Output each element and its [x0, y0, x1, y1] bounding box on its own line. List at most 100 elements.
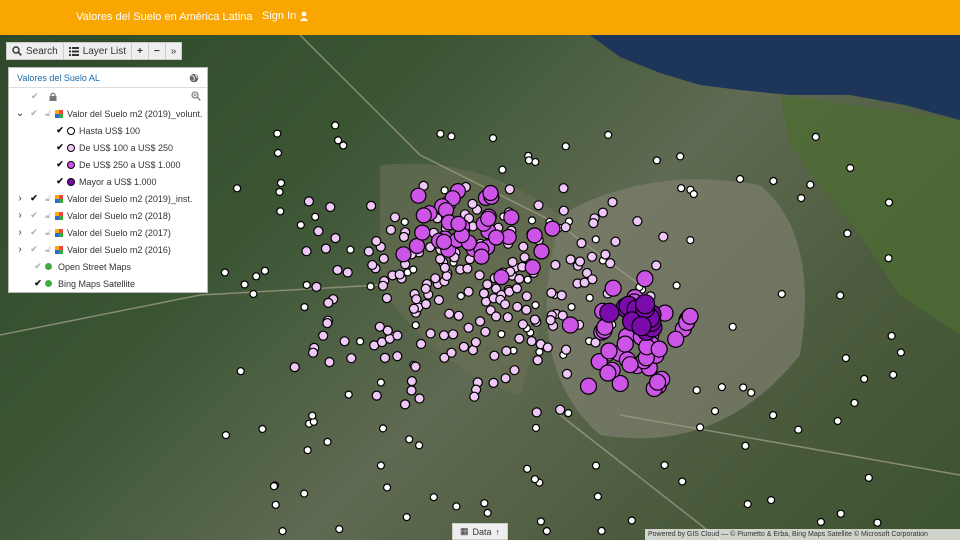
point-100-250[interactable]: [607, 197, 618, 208]
point-hasta-100[interactable]: [816, 517, 826, 527]
point-100-250[interactable]: [512, 301, 523, 312]
point-hasta-100[interactable]: [591, 235, 600, 244]
point-hasta-100[interactable]: [864, 473, 873, 482]
point-hasta-100[interactable]: [585, 293, 594, 302]
point-hasta-100[interactable]: [335, 525, 344, 534]
point-hasta-100[interactable]: [221, 431, 230, 440]
point-100-250[interactable]: [507, 256, 518, 268]
point-100-250[interactable]: [474, 270, 485, 281]
point-100-250[interactable]: [301, 246, 312, 257]
point-100-250[interactable]: [411, 294, 422, 305]
point-hasta-100[interactable]: [652, 156, 661, 165]
point-hasta-100[interactable]: [678, 477, 687, 486]
point-100-250[interactable]: [478, 288, 490, 299]
chevron-right-icon[interactable]: ›: [13, 227, 27, 238]
point-100-250[interactable]: [576, 238, 587, 249]
point-100-250[interactable]: [371, 390, 382, 401]
point-100-250[interactable]: [651, 260, 662, 271]
point-100-250[interactable]: [311, 281, 322, 292]
point-100-250[interactable]: [420, 283, 431, 294]
data-tab[interactable]: ▦ Data ↑: [452, 523, 508, 540]
point-100-250[interactable]: [308, 347, 319, 358]
point-250-1000[interactable]: [533, 243, 550, 260]
point-250-1000[interactable]: [616, 335, 634, 353]
point-100-250[interactable]: [414, 393, 425, 404]
point-hasta-100[interactable]: [692, 386, 701, 395]
point-hasta-100[interactable]: [695, 423, 705, 432]
layer-row-2016[interactable]: › ✔ 🔓︎ Valor del Suelo m2 (2016): [9, 241, 207, 258]
point-100-250[interactable]: [342, 267, 353, 278]
point-hasta-100[interactable]: [797, 194, 806, 203]
point-mayor-1000[interactable]: [631, 316, 652, 337]
point-hasta-100[interactable]: [564, 409, 573, 418]
point-100-250[interactable]: [504, 184, 515, 195]
point-hasta-100[interactable]: [672, 281, 681, 290]
point-100-250[interactable]: [560, 222, 571, 233]
legend-row[interactable]: ✔ De US$ 100 a US$ 250: [9, 139, 207, 156]
collapse-toolbar-button[interactable]: »: [166, 43, 182, 59]
point-hasta-100[interactable]: [889, 370, 898, 379]
layer-row-2018[interactable]: › ✔ 🔓︎ Valor del Suelo m2 (2018): [9, 207, 207, 224]
point-100-250[interactable]: [597, 207, 609, 218]
point-hasta-100[interactable]: [777, 289, 786, 299]
point-250-1000[interactable]: [480, 210, 497, 227]
point-hasta-100[interactable]: [276, 178, 286, 188]
point-hasta-100[interactable]: [411, 321, 420, 330]
point-100-250[interactable]: [514, 273, 525, 284]
point-hasta-100[interactable]: [331, 121, 340, 130]
point-250-1000[interactable]: [435, 233, 453, 250]
zoom-in-button[interactable]: +: [132, 43, 149, 59]
point-100-250[interactable]: [325, 201, 336, 213]
point-100-250[interactable]: [509, 365, 520, 376]
check-all-icon[interactable]: ✔: [31, 91, 39, 102]
point-100-250[interactable]: [542, 342, 553, 353]
point-hasta-100[interactable]: [530, 475, 540, 484]
point-100-250[interactable]: [439, 262, 450, 273]
point-hasta-100[interactable]: [843, 229, 852, 238]
point-hasta-100[interactable]: [273, 148, 283, 158]
point-hasta-100[interactable]: [531, 301, 540, 310]
point-100-250[interactable]: [406, 376, 417, 387]
globe-icon[interactable]: [189, 73, 199, 83]
point-hasta-100[interactable]: [531, 423, 541, 432]
point-hasta-100[interactable]: [409, 265, 418, 274]
point-100-250[interactable]: [458, 341, 469, 352]
point-100-250[interactable]: [330, 233, 341, 244]
point-250-1000[interactable]: [561, 316, 580, 334]
point-250-1000[interactable]: [408, 237, 426, 255]
point-hasta-100[interactable]: [591, 461, 601, 470]
point-hasta-100[interactable]: [873, 518, 882, 527]
point-hasta-100[interactable]: [676, 152, 685, 161]
point-100-250[interactable]: [430, 273, 441, 284]
point-hasta-100[interactable]: [269, 482, 279, 491]
point-100-250[interactable]: [406, 385, 417, 396]
point-hasta-100[interactable]: [296, 220, 305, 230]
point-100-250[interactable]: [533, 200, 544, 211]
chevron-right-icon[interactable]: ›: [13, 244, 27, 255]
point-hasta-100[interactable]: [527, 216, 537, 225]
point-100-250[interactable]: [532, 355, 543, 366]
point-100-250[interactable]: [394, 269, 405, 280]
point-hasta-100[interactable]: [344, 390, 353, 399]
point-100-250[interactable]: [324, 357, 335, 368]
point-100-250[interactable]: [323, 297, 334, 308]
point-100-250[interactable]: [521, 291, 532, 302]
point-100-250[interactable]: [318, 330, 329, 341]
point-hasta-100[interactable]: [258, 424, 267, 434]
point-100-250[interactable]: [482, 279, 493, 290]
point-100-250[interactable]: [313, 226, 324, 237]
point-hasta-100[interactable]: [273, 129, 282, 138]
point-100-250[interactable]: [502, 312, 513, 323]
layer-list-button[interactable]: Layer List: [64, 43, 133, 59]
zoom-icon[interactable]: [191, 91, 201, 101]
point-hasta-100[interactable]: [249, 289, 258, 299]
point-100-250[interactable]: [444, 308, 455, 319]
point-hasta-100[interactable]: [452, 502, 461, 511]
point-100-250[interactable]: [545, 315, 556, 326]
point-100-250[interactable]: [500, 373, 511, 384]
point-100-250[interactable]: [489, 350, 500, 361]
point-250-1000[interactable]: [395, 246, 412, 263]
point-100-250[interactable]: [514, 333, 525, 344]
point-250-1000[interactable]: [526, 227, 543, 244]
point-100-250[interactable]: [408, 303, 419, 314]
